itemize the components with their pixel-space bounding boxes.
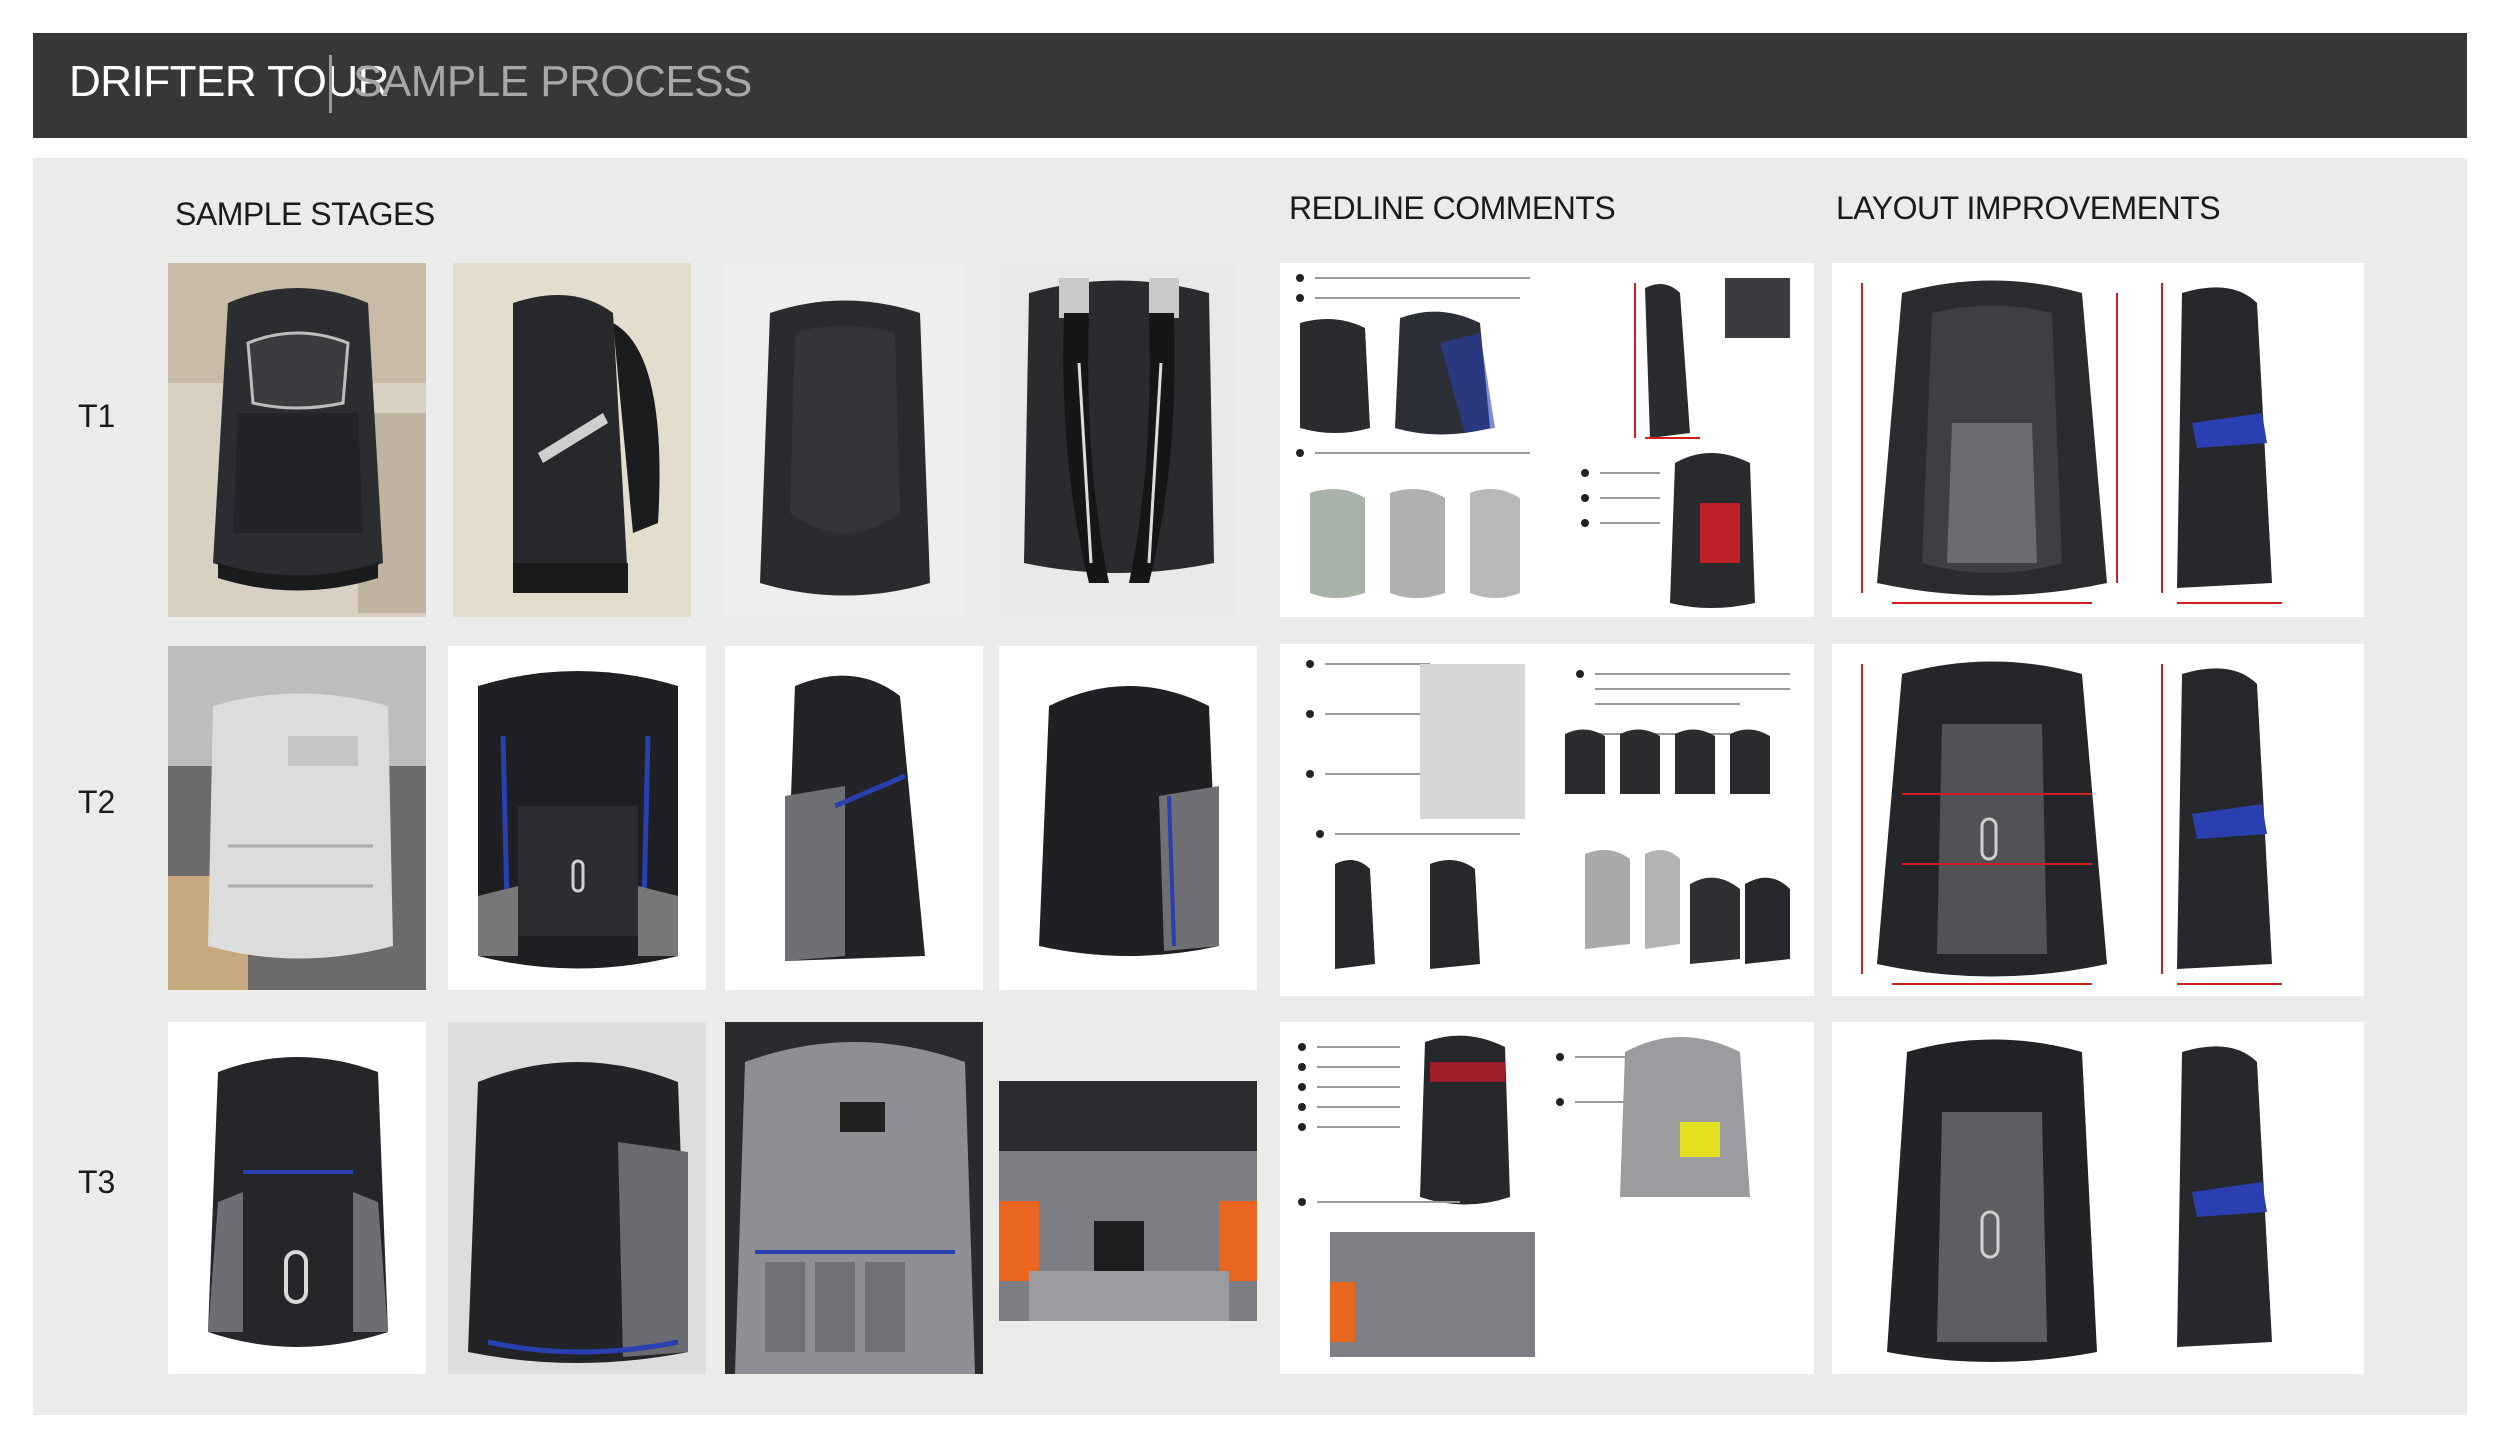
t2-redline-comments-sheet[interactable] <box>1280 644 1814 996</box>
t3-photo-interior[interactable] <box>725 1022 983 1374</box>
row-label-t1: T1 <box>78 398 116 434</box>
t1-photo-straps[interactable] <box>999 263 1237 617</box>
page-title: DRIFTER TOUR <box>69 57 389 106</box>
section-sample-stages: SAMPLE STAGES <box>175 196 435 232</box>
page-header: DRIFTER TOUR SAMPLE PROCESS <box>33 33 2467 138</box>
backpack-technical-drawing-icon <box>1832 263 2364 617</box>
page-subtitle: SAMPLE PROCESS <box>353 57 752 106</box>
t2-photo-prototype[interactable] <box>168 646 426 990</box>
t1-photo-side[interactable] <box>453 263 691 617</box>
t2-photo-front[interactable] <box>448 646 706 990</box>
title-divider <box>329 55 332 113</box>
t3-photo-front[interactable] <box>168 1022 426 1374</box>
section-layout-improvements: LAYOUT IMPROVEMENTS <box>1836 190 2221 226</box>
t1-redline-comments-sheet[interactable] <box>1280 263 1814 617</box>
t2-layout-drawing[interactable] <box>1832 644 2364 996</box>
backpack-photo-icon <box>168 263 426 617</box>
t1-photo-front[interactable] <box>168 263 426 617</box>
t1-photo-back[interactable] <box>725 263 963 617</box>
t3-photo-angle[interactable] <box>448 1022 706 1374</box>
t2-photo-side[interactable] <box>725 646 983 990</box>
t2-photo-angle[interactable] <box>999 646 1257 990</box>
t1-layout-drawing[interactable] <box>1832 263 2364 617</box>
row-label-t2: T2 <box>78 784 116 820</box>
t3-layout-drawing[interactable] <box>1832 1022 2364 1374</box>
t3-redline-comments-sheet[interactable] <box>1280 1022 1814 1374</box>
section-redline-comments: REDLINE COMMENTS <box>1289 190 1616 226</box>
t3-photo-interior-detail[interactable] <box>999 1081 1257 1321</box>
row-label-t3: T3 <box>78 1164 116 1200</box>
